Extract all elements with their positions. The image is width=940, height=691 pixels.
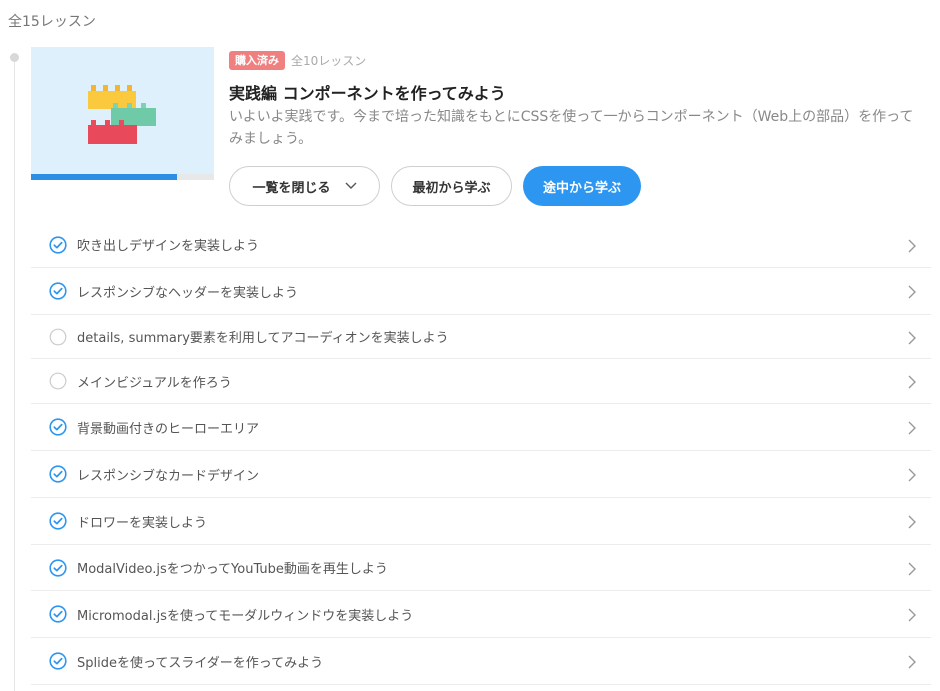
lesson-row[interactable]: Splideを使ってスライダーを作ってみよう xyxy=(31,638,931,685)
lesson-title: Micromodal.jsを使ってモーダルウィンドウを実装しよう xyxy=(77,608,414,624)
timeline-line xyxy=(14,58,15,691)
check-circle-icon xyxy=(49,282,67,300)
page: 全15レッスン 購入済み 全10レッスン 実践編 コンポーネントを作ってみよう … xyxy=(0,0,940,691)
lesson-list: 吹き出しデザインを実装しよう レスポンシブなヘッダーを実装しよう details… xyxy=(31,222,931,685)
course-title[interactable]: 実践編 コンポーネントを作ってみよう xyxy=(229,80,506,104)
check-circle-icon xyxy=(49,652,67,670)
lesson-title: 吹き出しデザインを実装しよう xyxy=(77,239,260,254)
check-circle-icon xyxy=(49,512,67,530)
check-circle-icon xyxy=(49,558,67,577)
chevron-right-icon xyxy=(907,467,917,482)
chevron-right-icon xyxy=(907,374,917,389)
chevron-right-icon xyxy=(907,420,917,435)
lesson-row[interactable]: details, summary要素を利用してアコーディオンを実装しよう xyxy=(31,315,931,359)
lesson-title: details, summary要素を利用してアコーディオンを実装しよう xyxy=(77,331,449,346)
lesson-title: Splideを使ってスライダーを作ってみよう xyxy=(77,655,324,671)
lesson-title: ドロワーを実装しよう xyxy=(77,515,208,531)
chevron-right-icon xyxy=(907,514,917,529)
lesson-row[interactable]: 吹き出しデザインを実装しよう xyxy=(31,222,931,268)
lesson-title: 背景動画付きのヒーローエリア xyxy=(77,421,260,437)
lesson-row[interactable]: Micromodal.jsを使ってモーダルウィンドウを実装しよう xyxy=(31,591,931,638)
chevron-right-icon xyxy=(907,238,917,252)
course-lesson-count: 全10レッスン xyxy=(291,54,367,68)
chevron-right-icon xyxy=(907,284,917,299)
check-circle-icon xyxy=(49,605,67,623)
lesson-row[interactable]: ModalVideo.jsをつかってYouTube動画を再生しよう xyxy=(31,545,931,591)
lesson-row[interactable]: レスポンシブなヘッダーを実装しよう xyxy=(31,268,931,315)
lesson-title: ModalVideo.jsをつかってYouTube動画を再生しよう xyxy=(77,562,388,577)
close-list-button[interactable]: 一覧を閉じる xyxy=(229,166,380,206)
chevron-right-icon xyxy=(907,561,917,575)
lesson-title: レスポンシブなカードデザイン xyxy=(77,468,260,484)
chevron-right-icon xyxy=(907,607,917,622)
lesson-row[interactable]: レスポンシブなカードデザイン xyxy=(31,451,931,498)
close-list-label: 一覧を閉じる xyxy=(252,180,331,196)
course-description: いよいよ実践です。今まで培った知識をもとにCSSを使って一からコンポーネント（W… xyxy=(229,109,914,147)
lesson-row[interactable]: ドロワーを実装しよう xyxy=(31,498,931,545)
lesson-title: メインビジュアルを作ろう xyxy=(77,375,232,391)
chevron-right-icon xyxy=(907,654,917,669)
check-circle-icon xyxy=(49,465,67,483)
total-lesson-count: 全15レッスン xyxy=(8,14,96,30)
resume-button[interactable]: 途中から学ぶ xyxy=(523,166,641,206)
check-circle-icon xyxy=(49,418,67,436)
lesson-row[interactable]: メインビジュアルを作ろう xyxy=(31,359,931,404)
lesson-row[interactable]: 背景動画付きのヒーローエリア xyxy=(31,404,931,451)
timeline-dot xyxy=(10,53,19,62)
course-progress-bar xyxy=(31,174,214,180)
course-badges: 購入済み 全10レッスン xyxy=(229,51,366,70)
course-progress-fill xyxy=(31,174,178,180)
course-thumbnail[interactable] xyxy=(31,47,214,180)
check-circle-icon xyxy=(49,235,67,254)
chevron-down-icon xyxy=(345,179,357,194)
purchased-badge: 購入済み xyxy=(229,51,285,70)
lesson-title: レスポンシブなヘッダーを実装しよう xyxy=(77,285,299,301)
start-from-beginning-button[interactable]: 最初から学ぶ xyxy=(391,166,512,206)
chevron-right-icon xyxy=(907,330,917,344)
empty-circle-icon xyxy=(49,372,67,390)
empty-circle-icon xyxy=(49,328,67,346)
blocks-illustration-icon xyxy=(88,85,156,144)
